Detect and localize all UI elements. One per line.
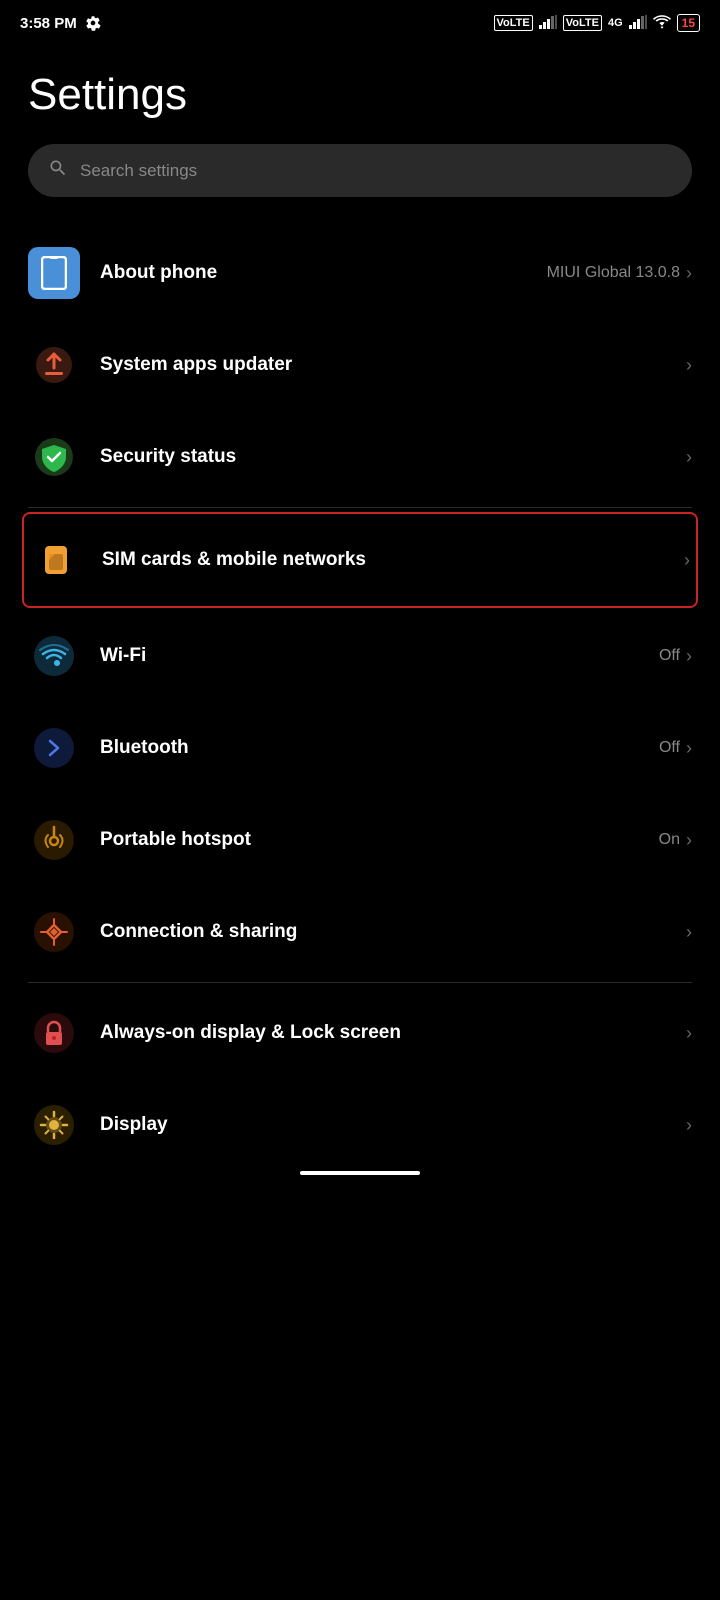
- about-phone-subtitle: MIUI Global 13.0.8: [547, 264, 680, 282]
- security-right: ›: [686, 447, 692, 468]
- bluetooth-status: Off: [659, 739, 680, 757]
- security-icon: [28, 431, 80, 483]
- settings-item-connection[interactable]: Connection & sharing ›: [28, 886, 692, 978]
- lockscreen-right: ›: [686, 1023, 692, 1044]
- about-phone-content: About phone MIUI Global 13.0.8 ›: [100, 262, 692, 284]
- about-phone-label: About phone: [100, 262, 217, 284]
- settings-item-sim-cards[interactable]: SIM cards & mobile networks ›: [22, 512, 698, 608]
- signal-bars-1: [539, 15, 557, 32]
- settings-item-display[interactable]: Display ›: [28, 1079, 692, 1151]
- search-icon: [48, 158, 68, 183]
- display-content: Display ›: [100, 1114, 692, 1136]
- settings-main: Settings Search settings About phone MIU…: [0, 40, 720, 1183]
- settings-item-security[interactable]: Security status ›: [28, 411, 692, 503]
- home-indicator: [300, 1171, 420, 1175]
- lockscreen-chevron: ›: [686, 1023, 692, 1044]
- sim-cards-label: SIM cards & mobile networks: [102, 549, 366, 571]
- security-content: Security status ›: [100, 446, 692, 468]
- wifi-status: Off: [659, 647, 680, 665]
- hotspot-content: Portable hotspot On ›: [100, 829, 692, 851]
- bluetooth-icon: [28, 722, 80, 774]
- wifi-label: Wi-Fi: [100, 645, 146, 667]
- hotspot-status: On: [659, 831, 680, 849]
- settings-gear-icon: [85, 15, 101, 31]
- about-phone-icon: [28, 247, 80, 299]
- status-right: VoLTE VoLTE 4G: [494, 14, 700, 32]
- settings-item-bluetooth[interactable]: Bluetooth Off ›: [28, 702, 692, 794]
- system-apps-right: ›: [686, 355, 692, 376]
- settings-item-lockscreen[interactable]: Always-on display & Lock screen ›: [28, 987, 692, 1079]
- security-chevron: ›: [686, 447, 692, 468]
- signal-bars-2: [629, 15, 647, 32]
- security-label: Security status: [100, 446, 236, 468]
- display-label: Display: [100, 1114, 168, 1136]
- sim-cards-right: ›: [684, 550, 690, 571]
- volte-indicator-2: VoLTE: [563, 15, 602, 31]
- wifi-chevron: ›: [686, 646, 692, 667]
- 4g-indicator: 4G: [608, 17, 623, 29]
- display-icon: [28, 1099, 80, 1151]
- hotspot-chevron: ›: [686, 830, 692, 851]
- bluetooth-right: Off ›: [659, 738, 692, 759]
- wifi-content: Wi-Fi Off ›: [100, 645, 692, 667]
- about-phone-chevron: ›: [686, 263, 692, 284]
- hotspot-right: On ›: [659, 830, 692, 851]
- hotspot-icon: [28, 814, 80, 866]
- display-right: ›: [686, 1115, 692, 1136]
- display-chevron: ›: [686, 1115, 692, 1136]
- divider-1: [28, 507, 692, 508]
- wifi-right: Off ›: [659, 646, 692, 667]
- time-display: 3:58 PM: [20, 15, 77, 32]
- search-placeholder: Search settings: [80, 161, 197, 181]
- sim-cards-icon: [30, 534, 82, 586]
- status-bar: 3:58 PM VoLTE VoLTE 4G: [0, 0, 720, 40]
- bluetooth-content: Bluetooth Off ›: [100, 737, 692, 759]
- bluetooth-label: Bluetooth: [100, 737, 189, 759]
- status-left: 3:58 PM: [20, 15, 101, 32]
- connection-content: Connection & sharing ›: [100, 921, 692, 943]
- system-apps-chevron: ›: [686, 355, 692, 376]
- sim-cards-chevron: ›: [684, 550, 690, 571]
- bluetooth-chevron: ›: [686, 738, 692, 759]
- settings-item-wifi[interactable]: Wi-Fi Off ›: [28, 610, 692, 702]
- system-apps-icon: [28, 339, 80, 391]
- system-apps-content: System apps updater ›: [100, 354, 692, 376]
- page-title: Settings: [28, 70, 692, 120]
- settings-item-system-apps[interactable]: System apps updater ›: [28, 319, 692, 411]
- lockscreen-icon: [28, 1007, 80, 1059]
- sim-cards-content: SIM cards & mobile networks ›: [102, 549, 690, 571]
- volte-indicator: VoLTE: [494, 15, 533, 31]
- about-phone-right: MIUI Global 13.0.8 ›: [547, 263, 692, 284]
- battery-indicator: 15: [677, 14, 700, 32]
- connection-right: ›: [686, 922, 692, 943]
- lockscreen-content: Always-on display & Lock screen ›: [100, 1021, 692, 1046]
- lockscreen-label: Always-on display & Lock screen: [100, 1021, 401, 1046]
- hotspot-label: Portable hotspot: [100, 829, 251, 851]
- system-apps-label: System apps updater: [100, 354, 292, 376]
- wifi-icon: [653, 15, 671, 32]
- settings-item-about-phone[interactable]: About phone MIUI Global 13.0.8 ›: [28, 227, 692, 319]
- search-bar[interactable]: Search settings: [28, 144, 692, 197]
- connection-chevron: ›: [686, 922, 692, 943]
- divider-2: [28, 982, 692, 983]
- wifi-settings-icon: [28, 630, 80, 682]
- connection-label: Connection & sharing: [100, 921, 297, 943]
- connection-icon: [28, 906, 80, 958]
- settings-item-hotspot[interactable]: Portable hotspot On ›: [28, 794, 692, 886]
